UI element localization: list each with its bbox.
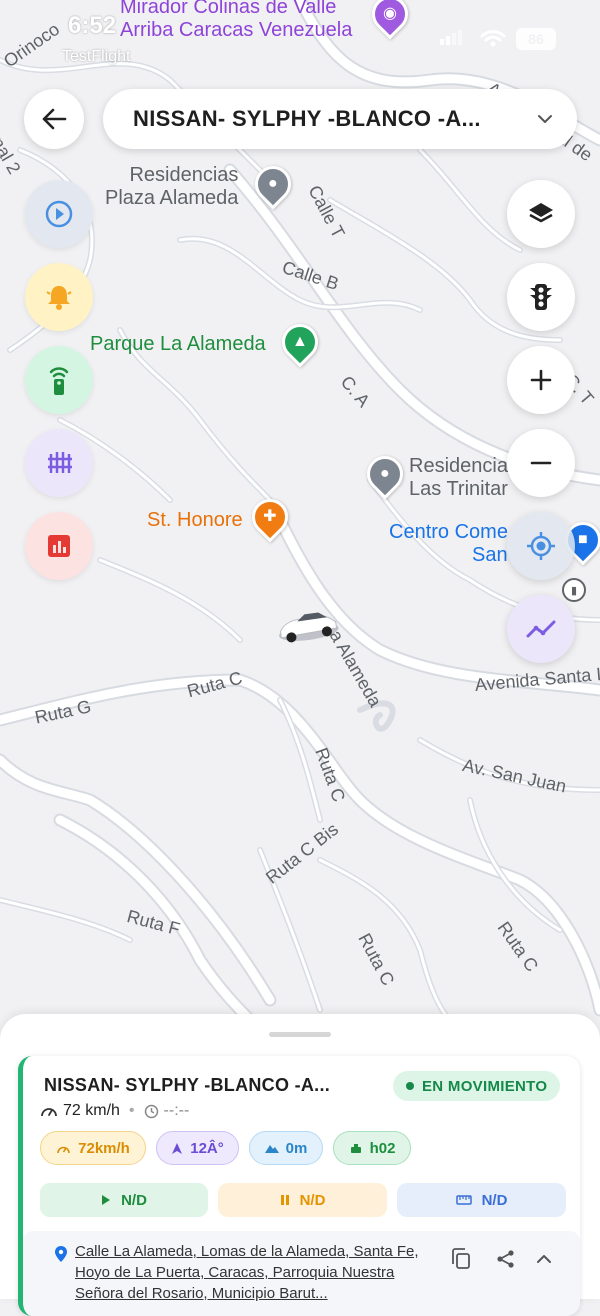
- hours-chip: h02: [333, 1131, 411, 1165]
- status-badge: EN MOVIMIENTO: [393, 1071, 561, 1101]
- bell-icon: [46, 286, 72, 310]
- bar-chart-icon: [48, 535, 70, 557]
- back-button[interactable]: [24, 89, 84, 149]
- sheet-drag-handle[interactable]: [269, 1032, 331, 1037]
- my-location-button[interactable]: [507, 512, 575, 580]
- layers-icon: [529, 203, 553, 223]
- vehicle-selector[interactable]: NISSAN- SYLPHY -BLANCO -A...: [103, 89, 577, 149]
- speed-chip-label: 72km/h: [78, 1139, 130, 1157]
- copy-icon: [452, 1248, 470, 1269]
- meta-separator: •: [128, 1102, 135, 1119]
- status-back-app[interactable]: TestFlight: [62, 48, 130, 66]
- poi-residencia2-label[interactable]: Residencia Las Trinitar: [409, 455, 508, 501]
- mountain-icon: [264, 1145, 279, 1153]
- signal-button[interactable]: [25, 346, 93, 414]
- vehicle-card-title: NISSAN- SYLPHY -BLANCO -A...: [44, 1075, 331, 1095]
- poi-st-honore-label[interactable]: St. Honore: [147, 509, 243, 532]
- ruler-icon: [455, 1195, 472, 1205]
- address-link[interactable]: Calle La Alameda, Lomas de la Alameda, S…: [75, 1241, 445, 1304]
- arrow-left-icon: [42, 108, 67, 130]
- heading-chip: 12Â°: [156, 1131, 239, 1165]
- zoom-in-button[interactable]: [507, 346, 575, 414]
- share-icon: [497, 1250, 514, 1268]
- alerts-button[interactable]: [25, 263, 93, 331]
- play-icon: [102, 1195, 111, 1205]
- play-pill[interactable]: N/D: [40, 1183, 208, 1217]
- odometer-pill[interactable]: N/D: [397, 1183, 566, 1217]
- altitude-chip-label: 0m: [285, 1139, 308, 1157]
- signal-icon: [440, 30, 462, 45]
- share-button[interactable]: [492, 1245, 520, 1273]
- status-bar: 6:52 TestFlight 86: [0, 12, 600, 65]
- engine-icon: [350, 1143, 361, 1153]
- speedometer-icon: [41, 1108, 57, 1117]
- zoom-out-button[interactable]: [507, 429, 575, 497]
- trend-line-icon: [526, 620, 556, 638]
- poi-residencia2-line1: Residencia: [409, 455, 508, 477]
- status-time: 6:52: [68, 12, 117, 39]
- bottom-sheet[interactable]: NISSAN- SYLPHY -BLANCO -A... EN MOVIMIEN…: [0, 1014, 600, 1316]
- battery-level: 86: [528, 31, 544, 47]
- poi-residencias-line2: Plaza Alameda: [105, 187, 239, 209]
- traffic-light-icon: [530, 284, 552, 310]
- vehicle-meta: 72 km/h • --:--: [40, 1102, 189, 1120]
- battery-icon: 86: [516, 28, 556, 50]
- pause-pill[interactable]: N/D: [218, 1183, 387, 1217]
- speed-chip: 72km/h: [40, 1131, 146, 1165]
- chevron-down-icon: [538, 115, 552, 123]
- vehicle-selector-label: NISSAN- SYLPHY -BLANCO -A...: [133, 106, 481, 131]
- address-box: Calle La Alameda, Lomas de la Alameda, S…: [23, 1231, 580, 1316]
- collapse-button[interactable]: [530, 1245, 558, 1273]
- poi-centro-line1: Centro Come: [389, 521, 508, 543]
- altitude-chip: 0m: [249, 1131, 323, 1165]
- reports-button[interactable]: [25, 512, 93, 580]
- vehicle-time: --:--: [163, 1102, 190, 1119]
- odometer-pill-label: N/D: [481, 1191, 508, 1209]
- plus-icon: [530, 369, 552, 391]
- poi-centro-label[interactable]: Centro Come San: [389, 521, 508, 567]
- poi-residencias-label[interactable]: Residencias Plaza Alameda: [105, 164, 238, 210]
- vehicle-marker-icon[interactable]: [276, 608, 340, 644]
- crosshair-icon: [527, 532, 555, 560]
- pause-pill-label: N/D: [299, 1191, 326, 1209]
- play-circle-icon: [45, 200, 73, 228]
- hours-chip-label: h02: [369, 1139, 396, 1157]
- route-history-button[interactable]: [507, 595, 575, 663]
- geofence-button[interactable]: [25, 429, 93, 497]
- navigation-arrow-icon: [172, 1142, 183, 1154]
- heading-chip-label: 12Â°: [190, 1139, 224, 1157]
- vehicle-card[interactable]: NISSAN- SYLPHY -BLANCO -A... EN MOVIMIEN…: [18, 1056, 580, 1316]
- vehicle-speed: 72 km/h: [63, 1102, 120, 1119]
- minus-icon: [530, 461, 552, 465]
- gauge-icon: [57, 1146, 70, 1153]
- layers-button[interactable]: [507, 180, 575, 248]
- clock-icon: [144, 1104, 158, 1118]
- status-badge-label: EN MOVIMIENTO: [422, 1077, 548, 1095]
- bus-stop-icon[interactable]: ▮: [562, 578, 586, 602]
- play-pill-label: N/D: [121, 1191, 147, 1209]
- wifi-icon: [480, 30, 506, 47]
- pause-icon: [280, 1195, 289, 1205]
- fence-icon: [48, 452, 72, 473]
- copy-button[interactable]: [447, 1245, 475, 1273]
- poi-residencias-line1: Residencias: [129, 164, 239, 186]
- status-dot-icon: [406, 1082, 414, 1090]
- poi-centro-line2: San: [472, 544, 508, 566]
- traffic-button[interactable]: [507, 263, 575, 331]
- tracker-signal-icon: [49, 367, 69, 395]
- location-pin-icon: [55, 1246, 67, 1262]
- playback-button[interactable]: [25, 180, 93, 248]
- poi-residencia2-line2: Las Trinitar: [409, 478, 508, 500]
- poi-parque-label[interactable]: Parque La Alameda: [90, 333, 266, 356]
- chevron-up-icon: [537, 1255, 551, 1263]
